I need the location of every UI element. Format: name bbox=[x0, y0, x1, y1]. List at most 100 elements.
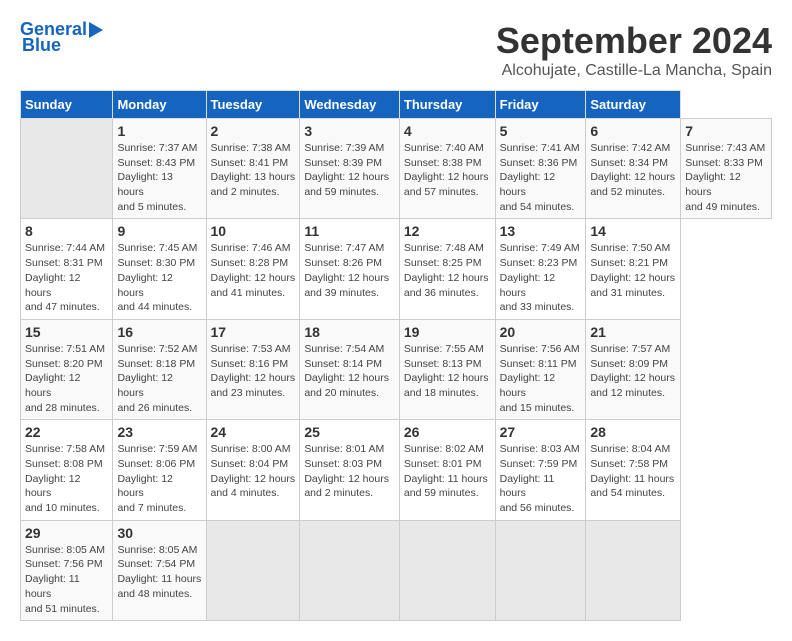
day-cell: 27 Sunrise: 8:03 AMSunset: 7:59 PMDayligh… bbox=[495, 420, 586, 520]
weekday-header-wednesday: Wednesday bbox=[300, 91, 400, 119]
day-number: 8 bbox=[25, 223, 108, 239]
day-cell: 6 Sunrise: 7:42 AMSunset: 8:34 PMDaylight… bbox=[586, 119, 681, 219]
day-cell: 30 Sunrise: 8:05 AMSunset: 7:54 PMDayligh… bbox=[113, 520, 206, 620]
day-cell: 12Sunrise: 7:48 AMSunset: 8:25 PMDayligh… bbox=[399, 219, 495, 319]
day-number: 9 bbox=[117, 223, 201, 239]
day-cell: 1Sunrise: 7:37 AMSunset: 8:43 PMDaylight… bbox=[113, 119, 206, 219]
day-number: 19 bbox=[404, 324, 491, 340]
day-cell: 4Sunrise: 7:40 AMSunset: 8:38 PMDaylight… bbox=[399, 119, 495, 219]
day-info: Sunrise: 7:51 AMSunset: 8:20 PMDaylight:… bbox=[25, 342, 108, 415]
day-info: Sunrise: 8:05 AMSunset: 7:54 PMDaylight:… bbox=[117, 543, 201, 602]
day-cell: 7Sunrise: 7:43 AMSunset: 8:33 PMDaylight… bbox=[681, 119, 772, 219]
day-number: 29 bbox=[25, 525, 108, 541]
day-info: Sunrise: 7:40 AMSunset: 8:38 PMDaylight:… bbox=[404, 141, 491, 200]
day-info: Sunrise: 7:45 AMSunset: 8:30 PMDaylight:… bbox=[117, 241, 201, 314]
day-number: 18 bbox=[304, 324, 395, 340]
weekday-header-monday: Monday bbox=[113, 91, 206, 119]
day-info: Sunrise: 7:50 AMSunset: 8:21 PMDaylight:… bbox=[590, 241, 676, 300]
day-info: Sunrise: 7:41 AMSunset: 8:36 PMDaylight:… bbox=[500, 141, 582, 214]
day-cell: 3Sunrise: 7:39 AMSunset: 8:39 PMDaylight… bbox=[300, 119, 400, 219]
day-info: Sunrise: 8:01 AMSunset: 8:03 PMDaylight:… bbox=[304, 442, 395, 501]
calendar-week-row: 1Sunrise: 7:37 AMSunset: 8:43 PMDaylight… bbox=[21, 119, 772, 219]
day-cell: 14 Sunrise: 7:50 AMSunset: 8:21 PMDayligh… bbox=[586, 219, 681, 319]
location-subtitle: Alcohujate, Castille-La Mancha, Spain bbox=[496, 62, 772, 80]
month-title: September 2024 bbox=[496, 20, 772, 62]
day-number: 3 bbox=[304, 123, 395, 139]
day-cell: 22 Sunrise: 7:58 AMSunset: 8:08 PMDayligh… bbox=[21, 420, 113, 520]
day-info: Sunrise: 8:00 AMSunset: 8:04 PMDaylight:… bbox=[211, 442, 296, 501]
day-number: 24 bbox=[211, 424, 296, 440]
day-cell: 11 Sunrise: 7:47 AMSunset: 8:26 PMDayligh… bbox=[300, 219, 400, 319]
weekday-header-friday: Friday bbox=[495, 91, 586, 119]
page-header: General Blue September 2024 Alcohujate, … bbox=[20, 20, 772, 80]
day-info: Sunrise: 7:52 AMSunset: 8:18 PMDaylight:… bbox=[117, 342, 201, 415]
day-number: 20 bbox=[500, 324, 582, 340]
day-cell: 20 Sunrise: 7:56 AMSunset: 8:11 PMDayligh… bbox=[495, 319, 586, 419]
day-info: Sunrise: 7:56 AMSunset: 8:11 PMDaylight:… bbox=[500, 342, 582, 415]
day-number: 1 bbox=[117, 123, 201, 139]
day-cell: 26 Sunrise: 8:02 AMSunset: 8:01 PMDayligh… bbox=[399, 420, 495, 520]
day-info: Sunrise: 7:54 AMSunset: 8:14 PMDaylight:… bbox=[304, 342, 395, 401]
weekday-header-tuesday: Tuesday bbox=[206, 91, 300, 119]
day-number: 17 bbox=[211, 324, 296, 340]
day-info: Sunrise: 7:55 AMSunset: 8:13 PMDaylight:… bbox=[404, 342, 491, 401]
day-info: Sunrise: 7:42 AMSunset: 8:34 PMDaylight:… bbox=[590, 141, 676, 200]
day-cell: 25Sunrise: 8:01 AMSunset: 8:03 PMDayligh… bbox=[300, 420, 400, 520]
logo-blue-text: Blue bbox=[22, 36, 61, 56]
logo: General Blue bbox=[20, 20, 105, 56]
day-cell bbox=[586, 520, 681, 620]
day-number: 22 bbox=[25, 424, 108, 440]
day-cell: 10 Sunrise: 7:46 AMSunset: 8:28 PMDayligh… bbox=[206, 219, 300, 319]
day-number: 15 bbox=[25, 324, 108, 340]
weekday-header-thursday: Thursday bbox=[399, 91, 495, 119]
day-cell bbox=[206, 520, 300, 620]
day-info: Sunrise: 8:05 AMSunset: 7:56 PMDaylight:… bbox=[25, 543, 108, 616]
day-cell: 28 Sunrise: 8:04 AMSunset: 7:58 PMDayligh… bbox=[586, 420, 681, 520]
day-number: 28 bbox=[590, 424, 676, 440]
day-number: 10 bbox=[211, 223, 296, 239]
day-info: Sunrise: 8:02 AMSunset: 8:01 PMDaylight:… bbox=[404, 442, 491, 501]
day-cell: 18 Sunrise: 7:54 AMSunset: 8:14 PMDayligh… bbox=[300, 319, 400, 419]
day-info: Sunrise: 7:38 AMSunset: 8:41 PMDaylight:… bbox=[211, 141, 296, 200]
day-info: Sunrise: 7:44 AMSunset: 8:31 PMDaylight:… bbox=[25, 241, 108, 314]
day-cell bbox=[399, 520, 495, 620]
day-cell: 8 Sunrise: 7:44 AMSunset: 8:31 PMDaylight… bbox=[21, 219, 113, 319]
day-cell: 24 Sunrise: 8:00 AMSunset: 8:04 PMDayligh… bbox=[206, 420, 300, 520]
day-number: 16 bbox=[117, 324, 201, 340]
weekday-header-sunday: Sunday bbox=[21, 91, 113, 119]
day-cell: 5 Sunrise: 7:41 AMSunset: 8:36 PMDaylight… bbox=[495, 119, 586, 219]
day-number: 30 bbox=[117, 525, 201, 541]
day-number: 14 bbox=[590, 223, 676, 239]
logo-arrow-icon bbox=[87, 22, 105, 38]
day-number: 12 bbox=[404, 223, 491, 239]
day-info: Sunrise: 7:43 AMSunset: 8:33 PMDaylight:… bbox=[685, 141, 767, 214]
day-number: 27 bbox=[500, 424, 582, 440]
day-number: 13 bbox=[500, 223, 582, 239]
weekday-header-row: SundayMondayTuesdayWednesdayThursdayFrid… bbox=[21, 91, 772, 119]
day-info: Sunrise: 8:04 AMSunset: 7:58 PMDaylight:… bbox=[590, 442, 676, 501]
day-cell: 15 Sunrise: 7:51 AMSunset: 8:20 PMDayligh… bbox=[21, 319, 113, 419]
day-cell bbox=[495, 520, 586, 620]
day-info: Sunrise: 7:58 AMSunset: 8:08 PMDaylight:… bbox=[25, 442, 108, 515]
day-number: 23 bbox=[117, 424, 201, 440]
day-info: Sunrise: 7:57 AMSunset: 8:09 PMDaylight:… bbox=[590, 342, 676, 401]
day-info: Sunrise: 8:03 AMSunset: 7:59 PMDaylight:… bbox=[500, 442, 582, 515]
day-number: 26 bbox=[404, 424, 491, 440]
weekday-header-saturday: Saturday bbox=[586, 91, 681, 119]
day-cell: 23Sunrise: 7:59 AMSunset: 8:06 PMDayligh… bbox=[113, 420, 206, 520]
empty-day-cell bbox=[21, 119, 113, 219]
day-number: 5 bbox=[500, 123, 582, 139]
day-cell: 17 Sunrise: 7:53 AMSunset: 8:16 PMDayligh… bbox=[206, 319, 300, 419]
day-cell: 21Sunrise: 7:57 AMSunset: 8:09 PMDayligh… bbox=[586, 319, 681, 419]
day-cell: 2Sunrise: 7:38 AMSunset: 8:41 PMDaylight… bbox=[206, 119, 300, 219]
day-number: 6 bbox=[590, 123, 676, 139]
day-number: 11 bbox=[304, 223, 395, 239]
day-info: Sunrise: 7:53 AMSunset: 8:16 PMDaylight:… bbox=[211, 342, 296, 401]
calendar-table: SundayMondayTuesdayWednesdayThursdayFrid… bbox=[20, 90, 772, 621]
day-cell: 9 Sunrise: 7:45 AMSunset: 8:30 PMDaylight… bbox=[113, 219, 206, 319]
day-cell: 13Sunrise: 7:49 AMSunset: 8:23 PMDayligh… bbox=[495, 219, 586, 319]
day-cell: 19 Sunrise: 7:55 AMSunset: 8:13 PMDayligh… bbox=[399, 319, 495, 419]
calendar-week-row: 22 Sunrise: 7:58 AMSunset: 8:08 PMDayligh… bbox=[21, 420, 772, 520]
day-info: Sunrise: 7:46 AMSunset: 8:28 PMDaylight:… bbox=[211, 241, 296, 300]
day-info: Sunrise: 7:47 AMSunset: 8:26 PMDaylight:… bbox=[304, 241, 395, 300]
